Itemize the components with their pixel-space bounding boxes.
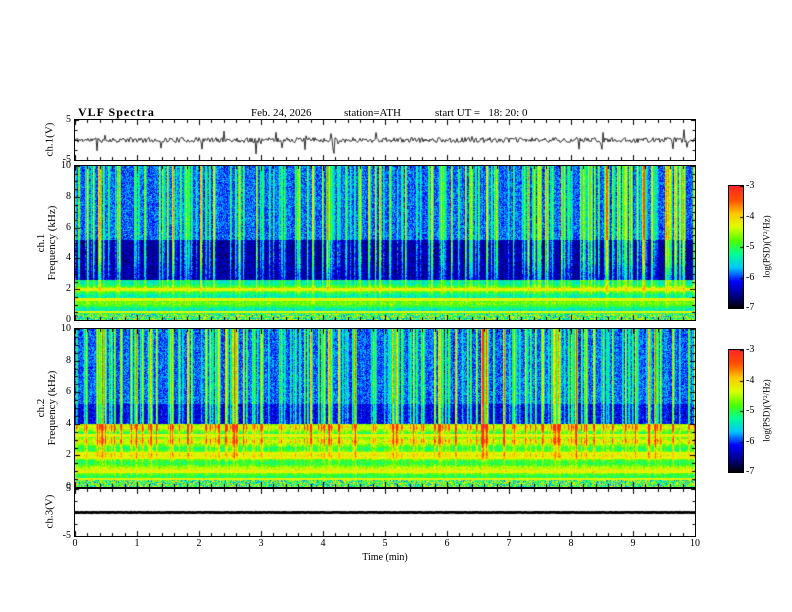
colorbar-ch2 [728, 349, 744, 473]
x-tick-label: 2 [196, 538, 202, 549]
y-tick-label: 6 [66, 386, 71, 398]
ch1-waveform-plot [74, 119, 696, 161]
x-tick-label: 7 [506, 538, 512, 549]
header-date: Feb. 24, 2026 [251, 107, 312, 119]
vlf-spectra-figure: VLF Spectra Feb. 24, 2026 station=ATH st… [0, 0, 792, 612]
y-tick-label: 2 [66, 283, 71, 295]
colorbar-ch1 [728, 185, 744, 309]
ch3-waveform-plot [74, 488, 696, 537]
y-tick-label: 8 [66, 190, 71, 202]
y-tick-label: 2 [66, 449, 71, 461]
x-tick-label: 4 [320, 538, 326, 549]
x-tick-label: 6 [444, 538, 450, 549]
x-tick-label: 8 [568, 538, 574, 549]
colorbar-tick-label: -7 [746, 302, 755, 313]
y-tick-label: 5 [66, 114, 71, 125]
ch1-spectrogram-plot [74, 165, 696, 321]
ch2-spectrogram-plot [74, 328, 696, 488]
colorbar-tick-label: -7 [746, 466, 755, 477]
y-tick-label: 5 [66, 483, 71, 494]
colorbar-tick-label: -5 [746, 405, 755, 416]
x-tick-label: 10 [690, 538, 700, 549]
y-tick-label: 10 [61, 323, 71, 334]
ch1-axis-label-line2: Frequency (kHz) [46, 205, 58, 281]
colorbar-tick-label: -3 [746, 344, 755, 355]
colorbar-tick-label: -6 [746, 271, 755, 283]
colorbar-tick-label: -6 [746, 435, 755, 447]
ch2-frequency-axis-label: ch.2 Frequency (kHz) [35, 331, 58, 485]
y-tick-label: -5 [62, 530, 71, 541]
ch2-axis-label-line2: Frequency (kHz) [46, 370, 58, 446]
x-axis-label: Time (min) [362, 552, 408, 563]
x-tick-label: 3 [258, 538, 264, 549]
header-start-ut: start UT = 18: 20: 0 [435, 107, 528, 119]
x-tick-label: 1 [134, 538, 140, 549]
y-tick-label: 4 [66, 417, 71, 429]
colorbar-tick-label: -4 [746, 374, 755, 386]
ch1-frequency-axis-label: ch.1 Frequency (kHz) [35, 166, 58, 320]
y-tick-label: 6 [66, 221, 71, 233]
figure-title: VLF Spectra [78, 105, 155, 119]
y-tick-label: -5 [62, 154, 71, 165]
y-tick-label: 8 [66, 354, 71, 366]
colorbar-tick-label: -3 [746, 180, 755, 191]
header-station: station=ATH [344, 107, 401, 119]
x-tick-label: 9 [630, 538, 636, 549]
colorbar-tick-label: -5 [746, 241, 755, 252]
x-tick-label: 5 [382, 538, 388, 549]
y-tick-label: 4 [66, 252, 71, 264]
colorbar-tick-label: -4 [746, 210, 755, 222]
